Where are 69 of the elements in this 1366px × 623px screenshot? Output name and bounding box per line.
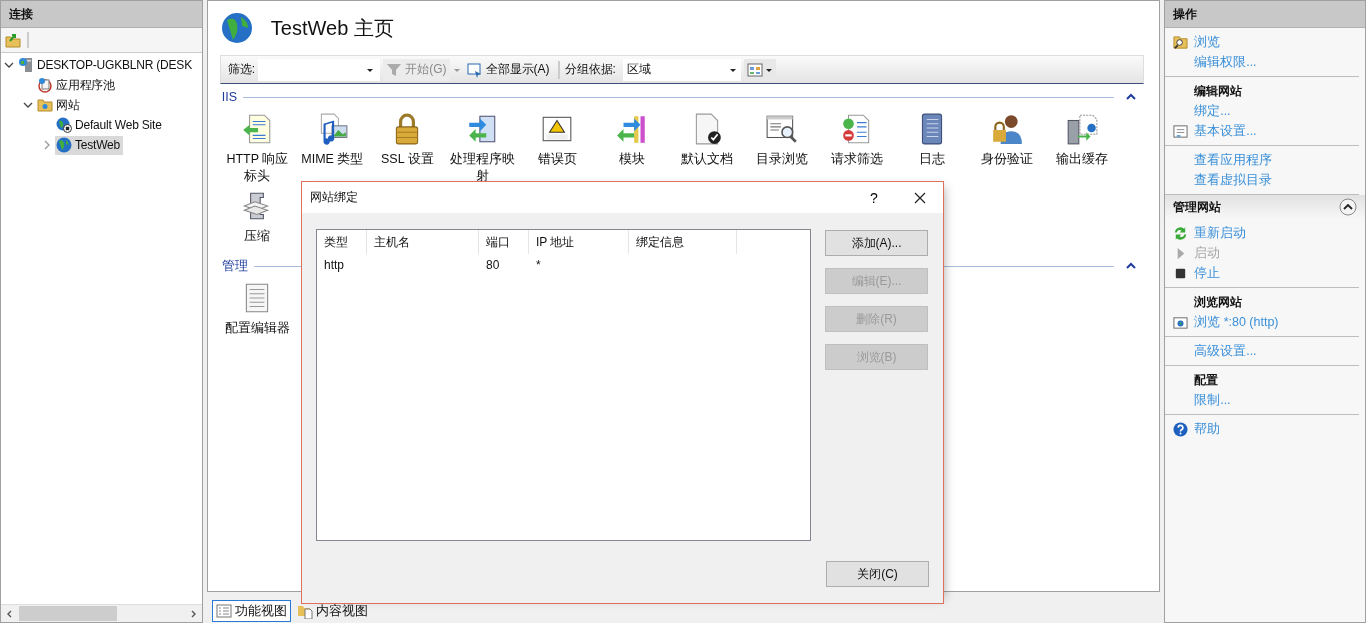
feature-item[interactable]: MIME 类型	[294, 112, 370, 185]
help-icon	[1173, 421, 1189, 437]
globe-icon	[56, 117, 72, 133]
view-tab[interactable]: 功能视图	[211, 600, 291, 622]
feature-item[interactable]: HTTP 响应标头	[219, 112, 295, 185]
column-header[interactable]: 类型	[317, 230, 367, 254]
globe-window-icon	[1173, 314, 1189, 330]
close-icon	[914, 191, 926, 204]
window-cursor-icon	[466, 61, 483, 78]
dialog-button[interactable]: 添加(A)...	[825, 230, 928, 256]
server-icon	[1065, 112, 1100, 146]
filter-label: 筛选:	[227, 61, 256, 78]
filter-field[interactable]	[258, 58, 381, 81]
folder-document-icon	[296, 603, 313, 619]
collapse-icon[interactable]	[1339, 198, 1357, 216]
feature-item[interactable]: 错误页	[519, 112, 595, 185]
feature-item[interactable]: 配置编辑器	[219, 281, 295, 337]
feature-item[interactable]: 身份验证	[969, 112, 1045, 185]
show-all-button[interactable]: 全部显示(A)	[463, 58, 553, 81]
grid-view-icon	[746, 61, 763, 78]
feature-item[interactable]: 请求筛选	[819, 112, 895, 185]
close-dialog-button[interactable]: 关闭(C)	[826, 561, 929, 587]
column-header[interactable]: 端口	[479, 230, 529, 254]
globe-icon	[220, 12, 253, 44]
feature-item[interactable]: SSL 设置	[369, 112, 445, 185]
expander-icon[interactable]	[23, 100, 33, 110]
list-window-icon	[215, 603, 232, 619]
group-title: 编辑网站	[1193, 83, 1244, 100]
section-title: 管理网站	[1173, 198, 1222, 216]
tree-item[interactable]: DESKTOP-UGKBLNR (DESK	[17, 55, 195, 75]
section-title: IIS	[221, 90, 238, 104]
column-header[interactable]: 绑定信息	[629, 230, 737, 254]
server-icon	[18, 57, 34, 73]
tree-item[interactable]: Default Web Site	[55, 115, 165, 135]
feature-item[interactable]: 压缩	[219, 189, 295, 245]
page-title: TestWeb 主页	[270, 15, 394, 41]
feature-item[interactable]: 模块	[594, 112, 670, 185]
folder-arrow-icon[interactable]	[5, 32, 21, 48]
help-button[interactable]: ?	[851, 182, 897, 213]
window-icon	[1173, 123, 1189, 139]
tree-item[interactable]: 网站	[36, 95, 83, 115]
scrollbar[interactable]	[1, 604, 202, 622]
expander-icon[interactable]	[4, 60, 14, 70]
section-title: 管理	[221, 257, 248, 275]
group-title: 浏览网站	[1193, 294, 1244, 311]
folder-icon	[37, 97, 53, 113]
person-lock-icon	[990, 112, 1025, 146]
tree-item[interactable]: 应用程序池	[36, 75, 118, 95]
group-title: 配置	[1193, 372, 1220, 389]
view-tab[interactable]: 内容视图	[292, 600, 372, 622]
group-by-dropdown[interactable]: 区域	[622, 58, 741, 81]
dialog-title: 网站绑定	[310, 189, 359, 206]
column-header[interactable]: IP 地址	[529, 230, 629, 254]
feature-item[interactable]: 目录浏览	[744, 112, 820, 185]
feature-item[interactable]: 日志	[894, 112, 970, 185]
collapse-icon[interactable]	[1126, 92, 1137, 102]
refresh-icon	[1173, 225, 1189, 241]
folder-magnifier-icon	[1173, 34, 1189, 50]
globe-icon	[56, 137, 72, 153]
collapse-icon[interactable]	[1126, 261, 1137, 271]
feature-item[interactable]: 默认文档	[669, 112, 745, 185]
group-by-label: 分组依据:	[564, 61, 616, 78]
tree-item[interactable]: TestWeb	[55, 135, 124, 155]
feature-item[interactable]: 输出缓存	[1044, 112, 1120, 185]
funnel-icon	[386, 61, 403, 78]
column-header[interactable]: 主机名	[367, 230, 479, 254]
list-row[interactable]: http 80 *	[317, 254, 810, 276]
panel-title: 操作	[1165, 1, 1365, 28]
panel-title: 连接	[1, 1, 202, 28]
